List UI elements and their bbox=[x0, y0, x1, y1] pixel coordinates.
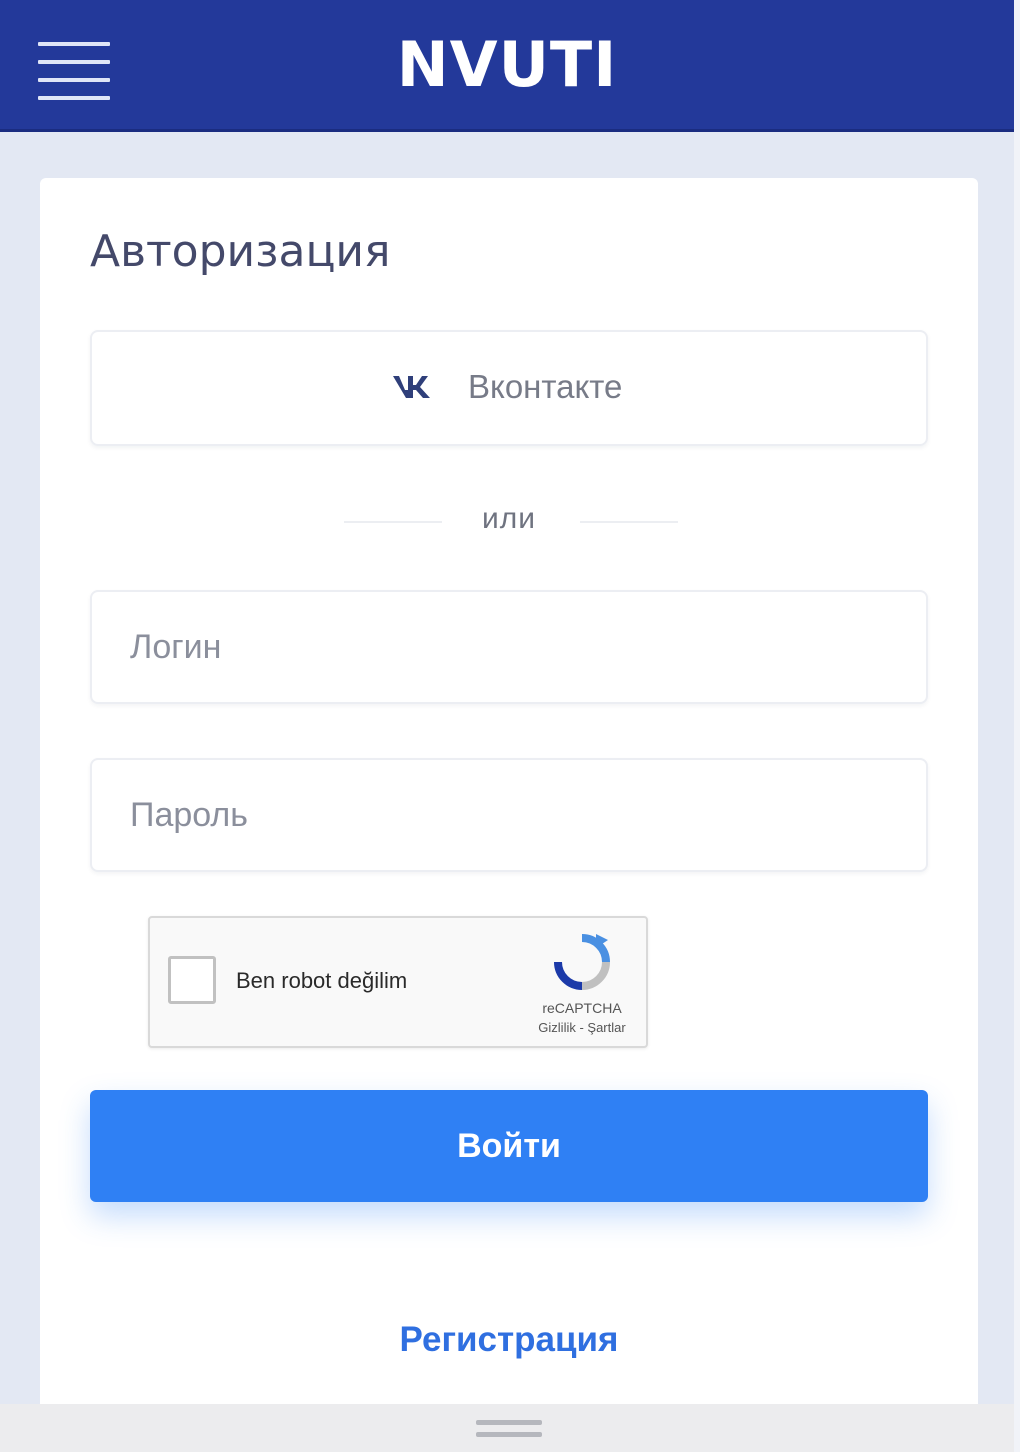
bottom-bar bbox=[0, 1404, 1014, 1452]
drag-handle-line[interactable] bbox=[476, 1432, 542, 1437]
login-submit-button[interactable]: Войти bbox=[90, 1090, 928, 1202]
or-divider: или bbox=[90, 500, 928, 544]
recaptcha-links[interactable]: Gizlilik - Şartlar bbox=[530, 1020, 634, 1035]
divider-label: или bbox=[481, 502, 537, 535]
vk-login-button[interactable]: Вконтакте bbox=[90, 330, 928, 446]
login-input[interactable] bbox=[90, 590, 928, 704]
auth-card: Авторизация Вконтакте или Ben robot deği… bbox=[40, 178, 978, 1452]
page-edge bbox=[1014, 0, 1020, 1452]
recaptcha-checkbox[interactable] bbox=[168, 956, 216, 1004]
vk-icon bbox=[393, 376, 430, 398]
recaptcha-widget: Ben robot değilim reCAPTCHA Gizlilik - Ş… bbox=[148, 916, 648, 1048]
vk-button-label: Вконтакте bbox=[468, 368, 623, 405]
password-input[interactable] bbox=[90, 758, 928, 872]
auth-title: Авторизация bbox=[90, 226, 391, 277]
divider-line-right bbox=[580, 521, 678, 523]
recaptcha-logo-icon bbox=[554, 934, 610, 990]
recaptcha-brand: reCAPTCHA bbox=[542, 1000, 622, 1016]
recaptcha-label: Ben robot değilim bbox=[236, 968, 408, 993]
site-logo[interactable]: NVUTI bbox=[0, 28, 1014, 101]
drag-handle-line[interactable] bbox=[476, 1420, 542, 1425]
register-link[interactable]: Регистрация bbox=[40, 1320, 978, 1360]
top-navigation-bar: NVUTI bbox=[0, 0, 1014, 132]
